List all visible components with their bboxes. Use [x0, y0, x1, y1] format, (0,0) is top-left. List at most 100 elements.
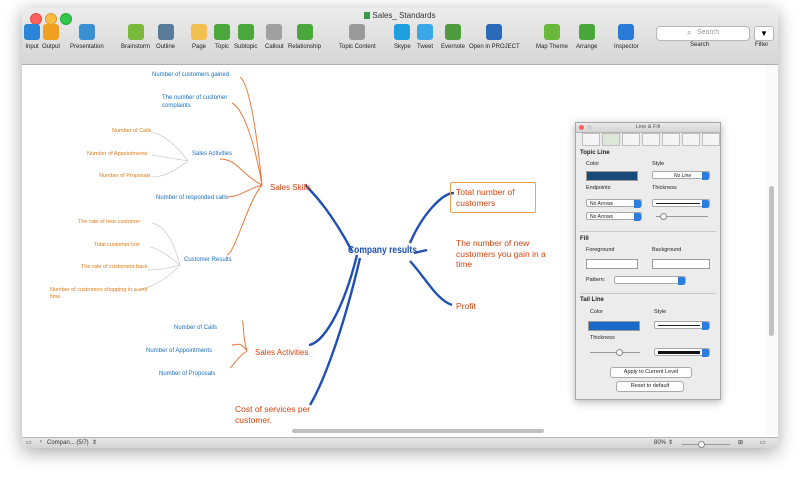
reset-to-default-button[interactable]: Reset to default — [616, 381, 684, 392]
presentation-button[interactable]: Presentation — [70, 22, 104, 62]
tab-layout-icon[interactable] — [662, 133, 680, 146]
page-stepper-icon[interactable]: ⇕ — [92, 439, 97, 446]
tail-line-color-swatch[interactable] — [588, 321, 640, 331]
toolbar-button-label: Map Theme — [536, 44, 568, 50]
tail-line-thickness-slider[interactable] — [590, 352, 640, 353]
panel-minimize-button[interactable] — [587, 125, 592, 130]
topic-number-of-proposals[interactable]: Number of Proposals — [99, 173, 151, 180]
horizontal-scroll-thumb[interactable] — [292, 429, 544, 433]
tab-tools-icon[interactable] — [682, 133, 700, 146]
thickness-label: Thickness — [652, 185, 677, 191]
zoom-down-icon[interactable]: ⇕ — [668, 439, 673, 446]
topic-rate-new-customer[interactable]: The rate of new customer — [78, 219, 140, 226]
tail-line-style-select[interactable] — [654, 321, 710, 330]
fullscreen-icon[interactable]: ▭ — [760, 439, 766, 446]
topic-responded-calls[interactable]: Number of responded calls — [156, 195, 228, 203]
toolbar-button-label: Presentation — [70, 44, 104, 50]
topic-calls-main[interactable]: Number of Calls — [174, 325, 217, 333]
tab-format-icon[interactable] — [582, 133, 600, 146]
panel-divider — [580, 293, 716, 294]
topic-content-button[interactable]: Topic Content — [339, 22, 376, 62]
map-theme-button[interactable]: Map Theme — [536, 22, 568, 62]
topic-content-icon — [349, 24, 366, 40]
zoom-slider[interactable] — [682, 444, 730, 445]
topic-customers-gained[interactable]: Number of customers gained — [152, 72, 229, 80]
topic-customer-results[interactable]: Customer Results — [184, 257, 232, 265]
endpoint-end-select[interactable]: No Arrows — [586, 212, 642, 221]
outline-icon — [157, 24, 174, 40]
evernote-icon — [445, 24, 461, 40]
tab-line-fill-icon[interactable] — [602, 133, 620, 146]
arrange-button[interactable]: Arrange — [576, 22, 597, 62]
topic-new-customers[interactable]: The number of new customers you gain in … — [456, 238, 556, 270]
topic-line-color-swatch[interactable] — [586, 171, 638, 181]
search-label: Search — [690, 42, 710, 48]
output-button[interactable]: Output — [42, 22, 60, 62]
outline-button[interactable]: Outline — [156, 22, 175, 62]
topic-sales-activities-main[interactable]: Sales Activities — [255, 348, 308, 358]
toolbar-button-label: Topic — [214, 44, 229, 50]
evernote-button[interactable]: Evernote — [441, 22, 465, 62]
fill-foreground-swatch[interactable] — [586, 259, 638, 269]
endpoint-start-select[interactable]: No Arrows — [586, 199, 642, 208]
topic-appointments-main[interactable]: Number of Appointments — [146, 348, 212, 356]
central-topic[interactable]: Company results — [348, 245, 417, 258]
topic-customer-complaints[interactable]: The number of customer complaints — [162, 95, 242, 110]
topic-proposals-main[interactable]: Number of Proposals — [159, 371, 215, 379]
brainstorm-icon — [127, 24, 144, 40]
skype-button[interactable]: Skype — [394, 22, 411, 62]
topic-total-customers[interactable]: Total number of customers — [450, 182, 536, 214]
fill-background-swatch[interactable] — [652, 259, 710, 269]
tab-shape-icon[interactable] — [642, 133, 660, 146]
topic-sales-activities-sub[interactable]: Sales Activities — [192, 151, 232, 159]
tweet-button[interactable]: Tweet — [417, 22, 433, 62]
topic-number-of-appointments[interactable]: Number of Appointments — [87, 151, 148, 158]
page-button[interactable]: Page — [191, 22, 207, 62]
page-icon — [191, 24, 207, 40]
toolbar-button-label: Callout — [265, 44, 284, 50]
callout-button[interactable]: Callout — [265, 22, 284, 62]
brainstorm-button[interactable]: Brainstorm — [121, 22, 150, 62]
topic-number-of-calls[interactable]: Number of Calls — [112, 128, 151, 135]
relationship-button[interactable]: Relationship — [288, 22, 321, 62]
callout-icon — [266, 24, 283, 40]
topic-rate-customers-back[interactable]: The rate of customers back — [81, 264, 148, 271]
input-button[interactable]: Input — [24, 22, 40, 62]
apply-to-current-level-button[interactable]: Apply to Current Level — [610, 367, 692, 378]
subtopic-button[interactable]: Subtopic — [234, 22, 257, 62]
vertical-scroll-thumb[interactable] — [769, 186, 774, 336]
pattern-select[interactable] — [614, 276, 686, 285]
filter-icon: ▼ — [760, 29, 768, 38]
topic-line-thickness-select[interactable] — [652, 199, 710, 208]
toolbar-button-label: Output — [42, 44, 61, 50]
topic-sales-skills[interactable]: Sales Skills — [270, 183, 311, 193]
topic-line-thickness-knob[interactable] — [660, 213, 667, 220]
topic-cost-of-services[interactable]: Cost of services per customer. — [235, 404, 325, 425]
toolbar-button-label: Inspector — [614, 44, 639, 50]
sidebar-toggle-icon[interactable]: ▭ — [26, 439, 32, 446]
topic-button[interactable]: Topic — [214, 22, 230, 62]
topic-profit[interactable]: Profit — [456, 301, 476, 312]
topic-customers-shopping[interactable]: Number of customers shopping in a unit t… — [50, 287, 160, 301]
tail-line-thickness-knob[interactable] — [616, 349, 623, 356]
open-in-project-button[interactable]: Open in PROJECT — [469, 22, 520, 62]
tab-text-icon[interactable] — [622, 133, 640, 146]
toolbar-button-label: Open in PROJECT — [469, 44, 520, 50]
inspector-button[interactable]: Inspector — [614, 22, 639, 62]
topic-line-style-label: Style — [652, 161, 665, 167]
page-indicator: Compan... (5/7) — [47, 440, 89, 446]
tab-export-icon[interactable] — [702, 133, 720, 146]
search-input[interactable]: ⌕ Search — [656, 26, 750, 41]
fit-page-icon[interactable]: ⊞ — [738, 439, 743, 446]
toolbar-button-label: Topic Content — [339, 44, 376, 50]
filter-button[interactable]: ▼ — [754, 26, 774, 41]
topic-total-customer-lost[interactable]: Total customer lost — [94, 242, 140, 249]
presentation-icon — [78, 24, 95, 40]
tail-line-thickness-select[interactable] — [654, 348, 710, 357]
toolbar-button-label: Skype — [394, 44, 411, 50]
tail-line-style-label: Style — [654, 309, 667, 315]
zoom-slider-knob[interactable] — [698, 441, 705, 448]
topic-line-style-select[interactable]: No Line — [652, 171, 710, 180]
prev-page-icon[interactable]: ‹ — [40, 439, 42, 445]
panel-close-button[interactable] — [579, 125, 584, 130]
